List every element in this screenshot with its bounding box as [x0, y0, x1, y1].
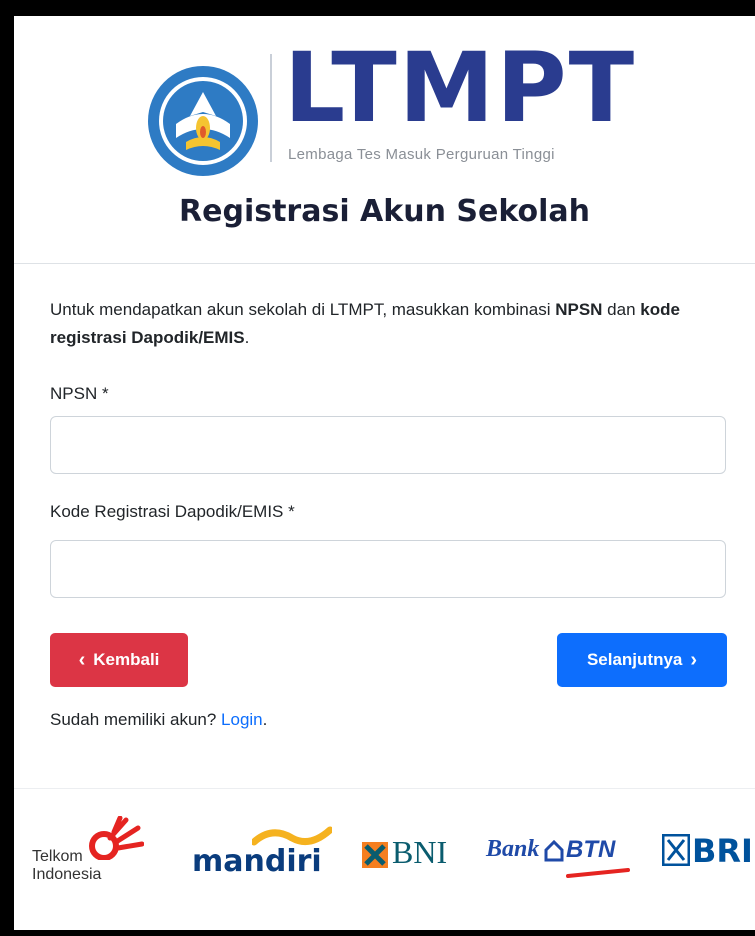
bri-mark-icon [662, 834, 690, 866]
chevron-right-icon: › [690, 649, 698, 671]
intro-part1: Untuk mendapatkan akun sekolah di LTMPT,… [50, 300, 556, 319]
npsn-input[interactable] [50, 416, 726, 474]
btn-logo: Bank BTN [486, 832, 636, 884]
tut-wuri-handayani-emblem-icon [148, 66, 258, 176]
logo-tagline: Lembaga Tes Masuk Perguruan Tinggi [288, 146, 555, 163]
bni-mark-icon [362, 842, 388, 868]
logo-divider [270, 54, 272, 162]
bri-text: BRI [692, 832, 753, 870]
next-button-label: Selanjutnya [586, 650, 683, 669]
login-link[interactable]: Login [221, 710, 263, 729]
bni-text: BNI [392, 834, 448, 870]
login-suffix: . [262, 710, 268, 729]
card-header: LTMPT Lembaga Tes Masuk Perguruan Tinggi… [14, 16, 755, 264]
kode-registrasi-input[interactable] [50, 540, 726, 598]
footer-divider [14, 788, 755, 789]
back-button[interactable]: ‹ Kembali [50, 633, 188, 687]
page-title: Registrasi Akun Sekolah [179, 194, 590, 229]
kode-registrasi-label: Kode Registrasi Dapodik/EMIS * [50, 502, 295, 521]
chevron-left-icon: ‹ [78, 649, 86, 671]
mandiri-logo: mandiri [192, 824, 332, 884]
npsn-label: NPSN * [50, 384, 109, 403]
telkom-line2: Indonesia [32, 866, 102, 883]
login-prompt: Sudah memiliki akun? Login. [50, 710, 267, 730]
partner-logos: Telkom Indonesia mandiri BNI Bank BTN BR… [14, 806, 755, 896]
intro-text: Untuk mendapatkan akun sekolah di LTMPT,… [50, 296, 740, 352]
next-button[interactable]: Selanjutnya › [557, 633, 727, 687]
telkom-line1: Telkom [32, 848, 83, 865]
btn-swoosh-icon [566, 868, 630, 878]
bri-logo: BRI [662, 832, 755, 872]
mandiri-wave-icon [252, 826, 332, 846]
telkom-logo: Telkom Indonesia [32, 816, 152, 888]
mandiri-text: mandiri [192, 844, 322, 879]
btn-name-text: BTN [566, 836, 616, 863]
intro-bold-npsn: NPSN [555, 300, 603, 319]
intro-part3: . [244, 328, 250, 347]
intro-part2: dan [602, 300, 641, 319]
registration-card: LTMPT Lembaga Tes Masuk Perguruan Tinggi… [14, 16, 755, 930]
ltmpt-logo: LTMPT Lembaga Tes Masuk Perguruan Tinggi [146, 40, 634, 184]
back-button-label: Kembali [93, 650, 160, 669]
login-prompt-text: Sudah memiliki akun? [50, 710, 222, 729]
telkom-text: Telkom Indonesia [32, 848, 101, 884]
btn-bank-text: Bank [486, 836, 540, 862]
logo-name: LTMPT [284, 32, 637, 144]
house-icon [544, 840, 564, 862]
bni-logo: BNI [362, 834, 472, 874]
